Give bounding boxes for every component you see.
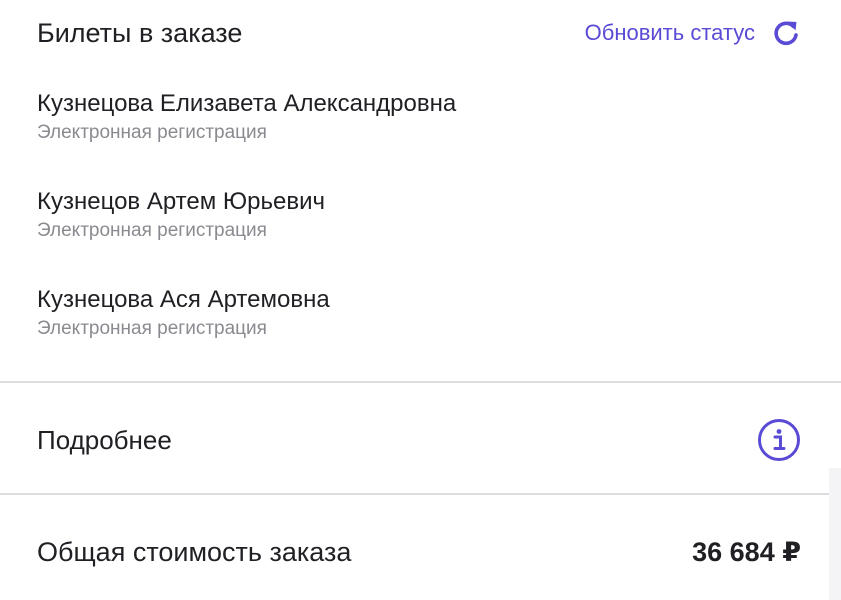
divider <box>0 381 841 383</box>
ticket-item: Кузнецова Елизавета Александровна Электр… <box>37 89 456 145</box>
info-icon[interactable] <box>757 418 801 462</box>
scrollbar-track[interactable] <box>829 468 841 600</box>
details-row[interactable]: Подробнее <box>37 410 801 470</box>
total-value: 36 684 ₽ <box>692 536 801 567</box>
passenger-name: Кузнецова Елизавета Александровна <box>37 90 457 117</box>
tickets-header: Билеты в заказе Обновить статус <box>37 10 801 56</box>
details-label[interactable]: Подробнее <box>37 425 172 456</box>
divider <box>0 493 841 495</box>
refresh-status-button[interactable]: Обновить статус <box>585 18 801 48</box>
passenger-name: Кузнецова Ася Артемовна <box>37 286 330 313</box>
order-tickets-panel: Билеты в заказе Обновить статус Кузнецов… <box>0 0 841 600</box>
registration-status: Электронная регистрация <box>37 220 267 241</box>
section-title: Билеты в заказе <box>37 17 243 48</box>
registration-status: Электронная регистрация <box>37 122 267 143</box>
refresh-status-label[interactable]: Обновить статус <box>585 20 755 46</box>
total-row: Общая стоимость заказа 36 684 ₽ <box>37 522 801 582</box>
registration-status: Электронная регистрация <box>37 318 267 339</box>
refresh-icon[interactable] <box>771 18 801 48</box>
ticket-item: Кузнецова Ася Артемовна Электронная реги… <box>37 285 330 341</box>
passenger-name: Кузнецов Артем Юрьевич <box>37 188 325 215</box>
ticket-item: Кузнецов Артем Юрьевич Электронная регис… <box>37 187 325 243</box>
total-label: Общая стоимость заказа <box>37 536 352 567</box>
